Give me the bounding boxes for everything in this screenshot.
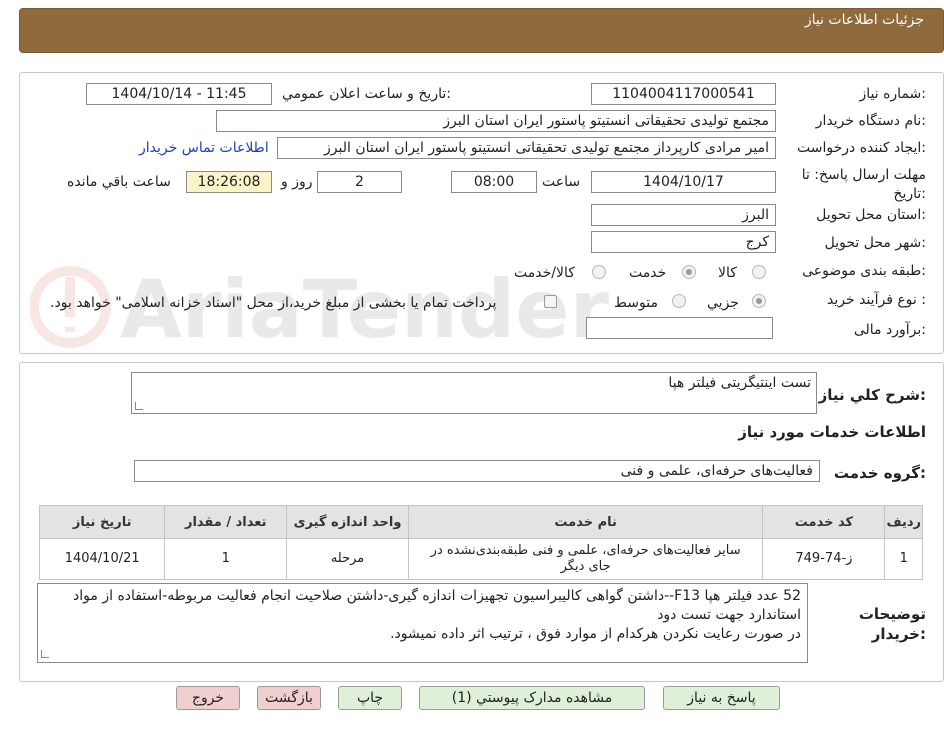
requester-field: امیر مرادی کارپرداز مجتمع تولیدی تحقیقات…: [277, 137, 776, 159]
reply-button[interactable]: پاسخ به نیاز: [663, 686, 780, 710]
province-field: البرز: [591, 204, 776, 226]
buyer-contact-link[interactable]: اطلاعات تماس خریدار: [139, 140, 269, 156]
requester-label: ایجاد کننده درخواست:: [797, 140, 926, 156]
time-remaining-field: 18:26:08: [186, 171, 272, 193]
category-label: طبقه بندی موضوعی:: [802, 263, 926, 279]
estimate-label: برآورد مالی:: [853, 322, 926, 338]
cell-qty: 1: [164, 538, 288, 580]
treasury-checkbox[interactable]: [544, 295, 557, 308]
treasury-note: پرداخت تمام یا بخشی از مبلغ خرید،از محل …: [50, 295, 497, 311]
view-attachments-button[interactable]: مشاهده مدارک پیوستي (1): [419, 686, 645, 710]
buyer-notes-line-1: 52 عدد فیلتر هپا F13--داشتن گواهی کالیبر…: [73, 588, 801, 623]
category-radio-service[interactable]: [682, 265, 696, 279]
cell-date: 1404/10/21: [38, 538, 166, 580]
days-remaining-field: 2: [317, 171, 402, 193]
deadline-label: مهلت ارسال پاسخ: تا تاریخ:: [801, 167, 926, 202]
buyer-notes-textarea[interactable]: 52 عدد فیلتر هپا F13--داشتن گواهی کالیبر…: [37, 583, 808, 663]
province-label: استان محل تحویل:: [816, 207, 926, 223]
table-row: 1 ز-74-749 سایر فعالیت‌های حرفه‌ای، علمی…: [38, 538, 923, 580]
exit-button[interactable]: خروج: [176, 686, 240, 710]
need-number-label: شماره نیاز:: [859, 86, 926, 102]
purchase-process-label: نوع فرآیند خرید :: [827, 292, 926, 308]
estimate-field[interactable]: [586, 317, 773, 339]
back-button[interactable]: بازگشت: [257, 686, 321, 710]
col-row-header: ردیف: [884, 505, 923, 539]
category-radio-goods[interactable]: [752, 265, 766, 279]
col-name-header: نام خدمت: [407, 505, 764, 539]
page-title: جزئیات اطلاعات نیاز: [804, 12, 924, 28]
category-option-goods: کالا: [718, 265, 737, 281]
deadline-time-label: ساعت: [542, 174, 581, 190]
process-option-medium: متوسط: [614, 295, 658, 311]
print-button[interactable]: چاپ: [338, 686, 402, 710]
city-field: کرج: [591, 231, 776, 253]
process-radio-minor[interactable]: [752, 294, 766, 308]
category-radio-goods-service[interactable]: [592, 265, 606, 279]
announce-field: 1404/10/14 - 11:45: [86, 83, 272, 105]
table-header-row: ردیف کد خدمت نام خدمت واحد اندازه گیری ت…: [38, 505, 923, 539]
summary-text: تست اینتیگریتی فیلتر هپا: [668, 375, 811, 391]
summary-textarea[interactable]: تست اینتیگریتی فیلتر هپا: [131, 372, 817, 414]
process-radio-medium[interactable]: [672, 294, 686, 308]
col-date-header: تاریخ نیاز: [38, 505, 166, 539]
category-option-service: خدمت: [629, 265, 667, 281]
notes-resize-handle-icon[interactable]: [41, 650, 49, 658]
services-table: ردیف کد خدمت نام خدمت واحد اندازه گیری ت…: [38, 505, 923, 580]
time-remaining-label: ساعت باقي مانده: [67, 174, 171, 190]
buyer-notes-label: توضیحات خریدار:: [858, 605, 926, 643]
deadline-date-field: 1404/10/17: [591, 171, 776, 193]
need-number-field: 1104004117000541: [591, 83, 776, 105]
city-label: شهر محل تحویل:: [824, 235, 926, 251]
cell-code: ز-74-749: [762, 538, 886, 580]
buyer-notes-line-2: در صورت رعایت نکردن هرکدام از موارد فوق …: [390, 626, 801, 642]
cell-row: 1: [884, 538, 923, 580]
cell-unit: مرحله: [286, 538, 409, 580]
buyer-org-field: مجتمع تولیدی تحقیقاتی انستیتو پاستور ایر…: [216, 110, 776, 132]
cell-name: سایر فعالیت‌های حرفه‌ای، علمی و فنی طبقه…: [407, 538, 764, 580]
announce-label: تاريخ و ساعت اعلان عمومي:: [282, 86, 451, 102]
services-info-title: اطلاعات خدمات مورد نیاز: [738, 423, 926, 441]
resize-handle-icon[interactable]: [135, 402, 143, 410]
col-unit-header: واحد اندازه گیری: [286, 505, 409, 539]
buyer-org-label: نام دستگاه خریدار:: [815, 113, 926, 129]
process-option-minor: جزیي: [707, 295, 739, 311]
service-group-field: فعالیت‌های حرفه‌ای، علمی و فنی: [134, 460, 820, 482]
summary-label: شرح کلي نياز:: [818, 386, 926, 404]
days-label: روز و: [281, 174, 313, 190]
service-group-label: گروه خدمت:: [833, 464, 926, 482]
col-qty-header: تعداد / مقدار: [164, 505, 288, 539]
category-option-goods-service: کالا/خدمت: [514, 265, 575, 281]
col-code-header: کد خدمت: [762, 505, 886, 539]
deadline-time-field: 08:00: [451, 171, 537, 193]
